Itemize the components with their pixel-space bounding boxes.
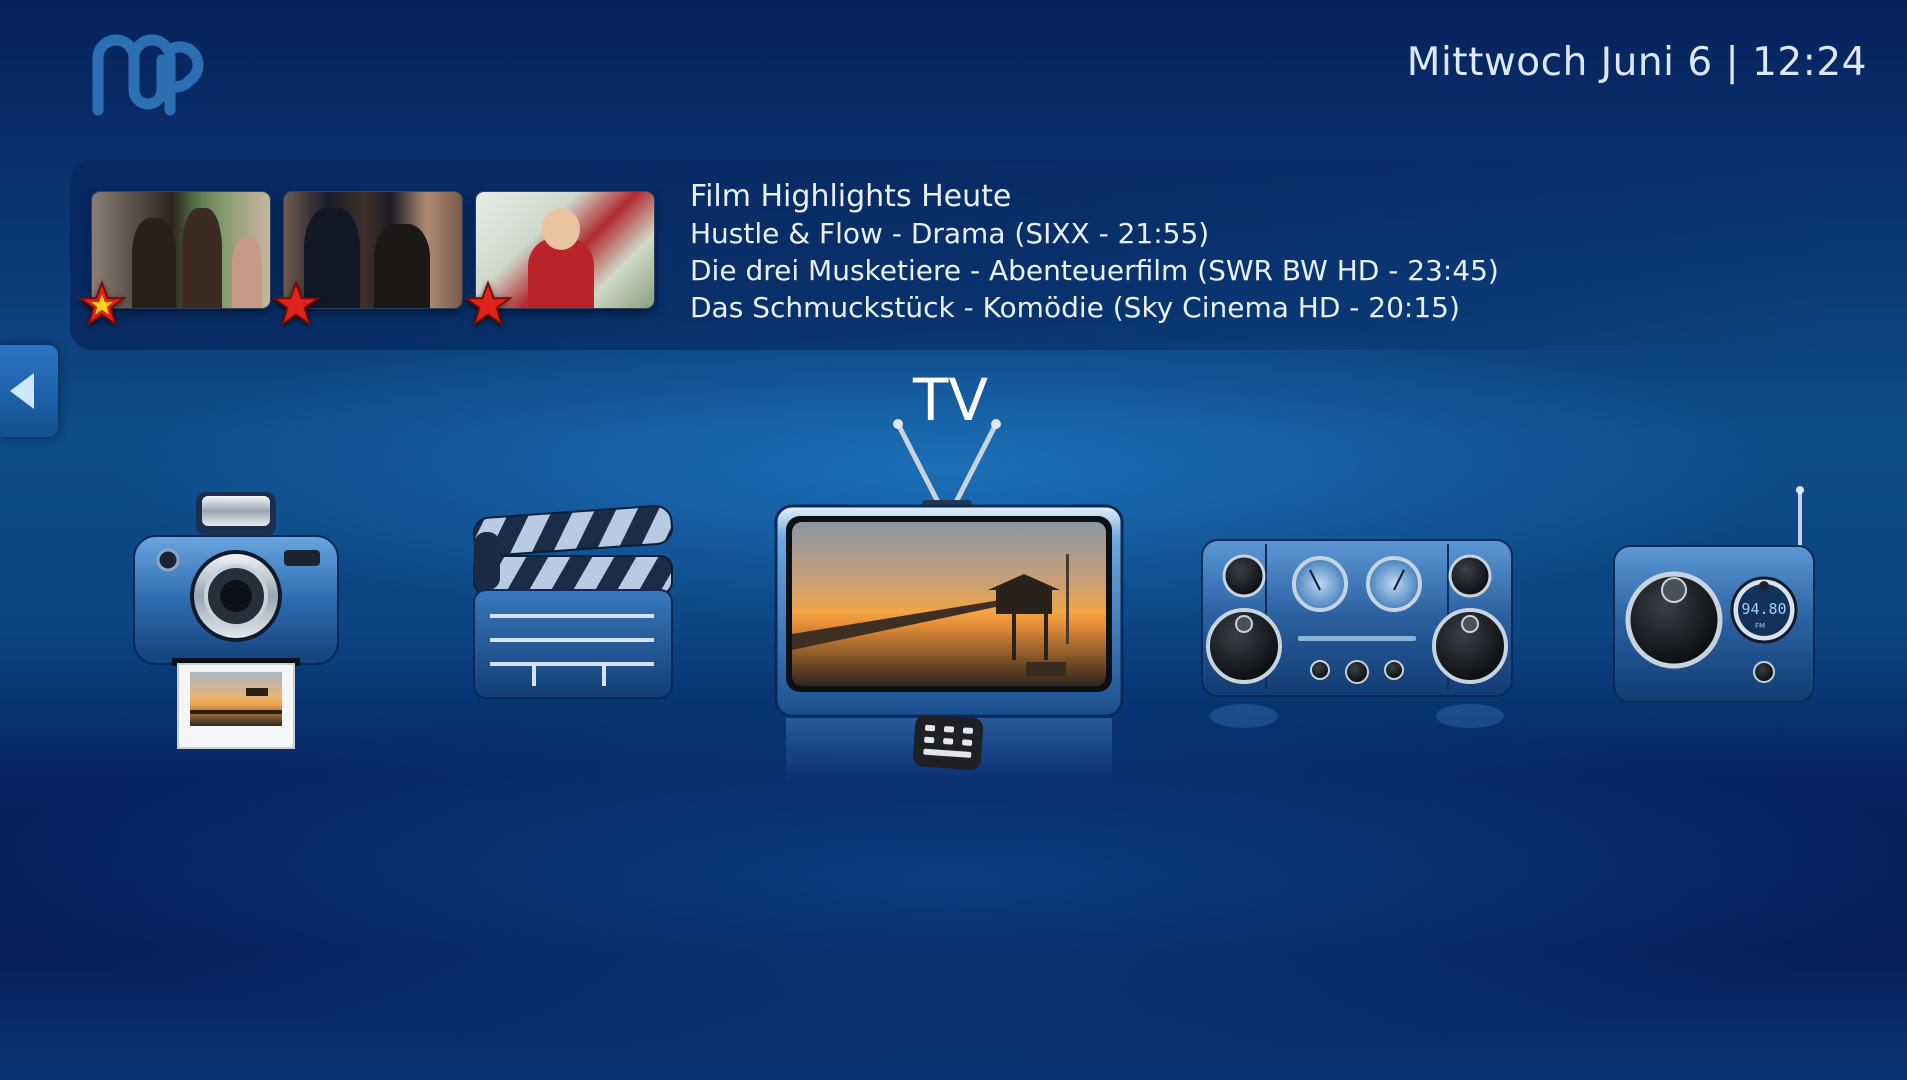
home-screen: Mittwoch Juni 6 | 12:24 Film Highlights … xyxy=(0,0,1907,1080)
highlights-text: Film Highlights Heute Hustle & Flow - Dr… xyxy=(690,178,1499,326)
highlights-title: Film Highlights Heute xyxy=(690,179,1012,214)
star-rating-icon xyxy=(78,280,126,327)
star-rating-icon xyxy=(464,280,512,327)
highlight-item[interactable]: Die drei Musketiere - Abenteuerfilm (SWR… xyxy=(690,252,1499,289)
arrow-left-icon[interactable] xyxy=(0,345,58,437)
star-rating-icon xyxy=(272,280,320,327)
clapperboard-icon[interactable] xyxy=(470,502,676,712)
radio-frequency-text: 94.80 xyxy=(1741,600,1786,618)
highlight-item[interactable]: Hustle & Flow - Drama (SIXX - 21:55) xyxy=(690,215,1499,252)
radio-icon[interactable]: 94.80 FM xyxy=(1613,486,1820,726)
stereo-icon[interactable] xyxy=(1201,539,1513,736)
mediaportal-logo-icon xyxy=(88,28,212,120)
tv-icon[interactable] xyxy=(774,418,1124,782)
date-time-display: Mittwoch Juni 6 | 12:24 xyxy=(1406,40,1867,85)
radio-band-text: FM xyxy=(1755,622,1765,630)
film-highlights-panel: Film Highlights Heute Hustle & Flow - Dr… xyxy=(70,160,1830,350)
highlight-item[interactable]: Das Schmuckstück - Komödie (Sky Cinema H… xyxy=(690,289,1499,326)
camera-icon[interactable] xyxy=(133,488,339,749)
